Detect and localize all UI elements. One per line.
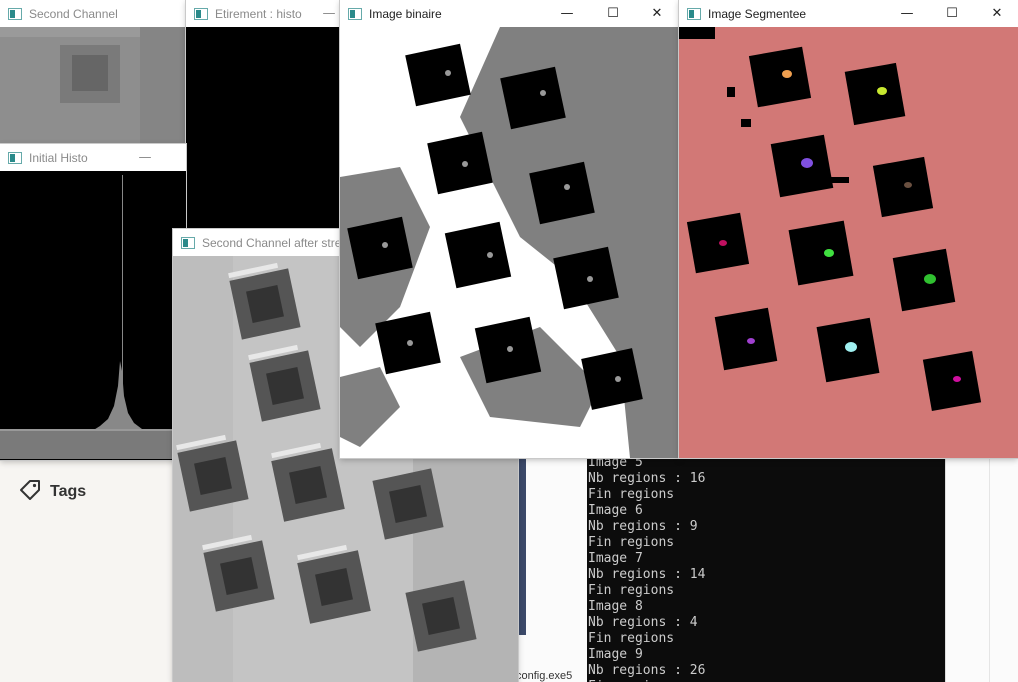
close-button[interactable]: ✕ <box>634 0 680 27</box>
binary-image <box>340 27 680 458</box>
console-line: Image 6 <box>588 503 643 518</box>
second-channel-image <box>0 27 186 160</box>
minimize-button[interactable]: — <box>544 0 590 27</box>
tags-section[interactable]: Tags <box>18 478 86 506</box>
window-title: Image Segmentee <box>708 6 807 21</box>
console-line: Nb regions : 26 <box>588 663 706 678</box>
titlebar[interactable]: Image Segmentee — ☐ ✕ <box>679 0 1018 27</box>
console-line: Nb regions : 4 <box>588 615 698 630</box>
region-marker <box>719 240 727 246</box>
console-line: Fin regions <box>588 535 675 550</box>
window-title: Second Channel <box>29 6 118 21</box>
titlebar[interactable]: Second Channel <box>0 0 186 27</box>
segmented-image <box>679 27 1018 458</box>
region-marker <box>801 158 813 168</box>
close-button[interactable]: ✕ <box>974 0 1018 27</box>
window-title: Etirement : histo <box>215 6 302 21</box>
second-channel-window[interactable]: Second Channel <box>0 0 186 160</box>
minimize-button[interactable]: — <box>884 0 930 27</box>
right-pane <box>945 455 1018 682</box>
maximize-button[interactable]: ☐ <box>590 0 636 27</box>
titlebar[interactable]: Initial Histo — <box>0 144 186 171</box>
window-title: Image binaire <box>369 6 442 21</box>
region-marker <box>924 274 936 284</box>
image-binaire-window[interactable]: Image binaire — ☐ ✕ <box>340 0 680 458</box>
region-marker <box>782 70 792 78</box>
console-line: Image 7 <box>588 551 643 566</box>
console-line: Image 8 <box>588 599 643 614</box>
console-line: Fin regions <box>588 631 675 646</box>
editor-panel: config.exe5 <box>515 455 588 682</box>
console-line: Nb regions : 14 <box>588 567 706 582</box>
minimize-button[interactable]: — <box>306 0 342 27</box>
image-segmentee-window[interactable]: Image Segmentee — ☐ ✕ <box>679 0 1018 458</box>
initial-histo-window[interactable]: Initial Histo — <box>0 144 186 460</box>
app-icon <box>348 7 362 20</box>
console-line: Fin regions <box>588 487 675 502</box>
minimize-button[interactable]: — <box>122 144 168 171</box>
app-icon <box>181 236 195 249</box>
console-output: Image 5 Nb regions : 16 Fin regions Image 6… <box>587 455 945 682</box>
region-marker <box>747 338 755 344</box>
titlebar[interactable]: Etirement : histo — <box>186 0 342 27</box>
window-title: Initial Histo <box>29 150 88 165</box>
maximize-button[interactable]: ☐ <box>929 0 975 27</box>
region-marker <box>953 376 961 382</box>
region-marker <box>845 342 857 352</box>
region-marker <box>904 182 912 188</box>
editor-file-tab[interactable]: config.exe5 <box>516 670 572 682</box>
region-marker <box>877 87 887 95</box>
console-line: Nb regions : 16 <box>588 471 706 486</box>
app-icon <box>8 151 22 164</box>
etirement-histo-plot <box>186 27 342 240</box>
titlebar[interactable]: Image binaire — ☐ ✕ <box>340 0 680 27</box>
console-line: Nb regions : 9 <box>588 519 698 534</box>
console-line: Image 9 <box>588 647 643 662</box>
tags-label: Tags <box>50 483 87 500</box>
tag-icon <box>18 478 42 506</box>
initial-histo-plot <box>0 171 186 460</box>
region-marker <box>824 249 834 257</box>
etirement-histo-window[interactable]: Etirement : histo — <box>186 0 342 240</box>
console-line: Fin regions <box>588 583 675 598</box>
app-icon <box>687 7 701 20</box>
app-icon <box>8 7 22 20</box>
app-icon <box>194 7 208 20</box>
